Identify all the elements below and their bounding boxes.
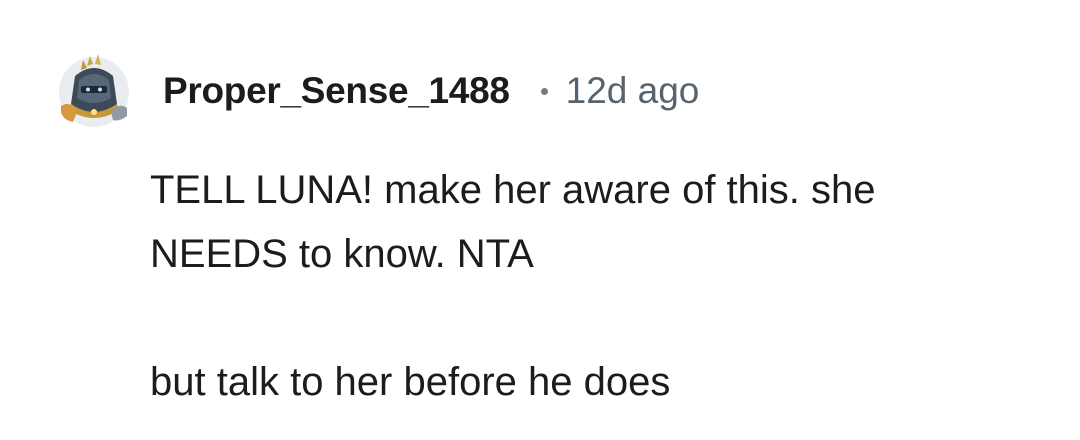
comment: Proper_Sense_1488 12d ago TELL LUNA! mak… (0, 0, 1080, 440)
comment-meta: Proper_Sense_1488 12d ago (163, 66, 699, 116)
separator-dot (540, 87, 548, 95)
comment-line-3: but talk to her before he does (150, 360, 671, 404)
timestamp: 12d ago (565, 70, 700, 111)
comment-line-1: TELL LUNA! make her aware of this. she (150, 168, 876, 212)
comment-body: TELL LUNA! make her aware of this. she N… (150, 158, 1050, 414)
username-link[interactable]: Proper_Sense_1488 (163, 70, 510, 112)
knight-helmet-avatar-icon (59, 54, 129, 127)
comment-line-2: NEEDS to know. NTA (150, 232, 534, 276)
user-avatar[interactable] (57, 50, 131, 128)
